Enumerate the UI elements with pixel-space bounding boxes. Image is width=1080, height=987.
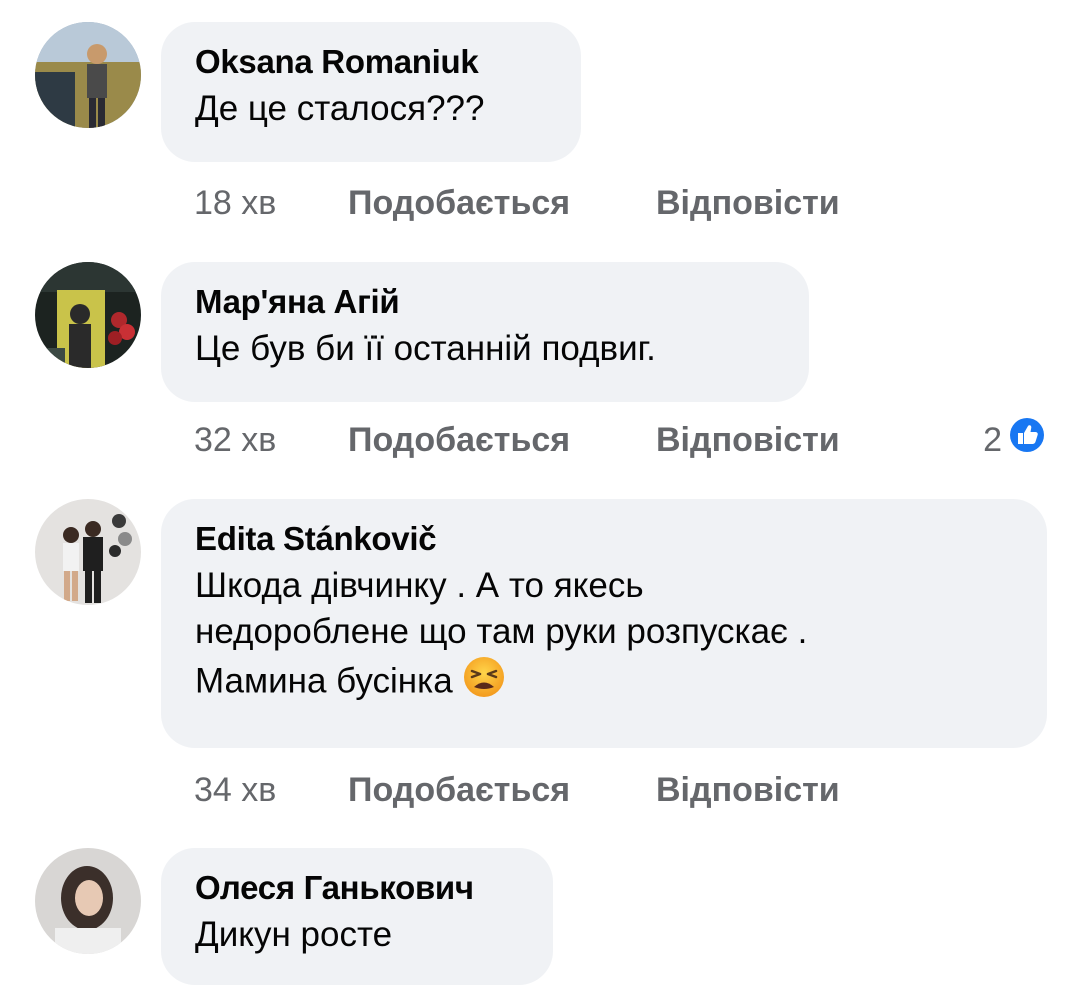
avatar[interactable] — [35, 499, 141, 605]
like-button[interactable]: Подобається — [348, 418, 656, 462]
comment-time[interactable]: 32 хв — [194, 418, 348, 462]
reply-button[interactable]: Відповісти — [656, 768, 840, 812]
comment-bubble: Мар'яна Агій Це був би її останній подви… — [161, 262, 809, 402]
comment-bubble: Олеся Ганькович Дикун росте — [161, 848, 553, 985]
reply-button[interactable]: Відповісти — [656, 181, 840, 225]
comment-text-line: недороблене що там руки розпускає . — [195, 612, 808, 651]
avatar[interactable] — [35, 22, 141, 128]
comment-author[interactable]: Олеся Ганькович — [195, 868, 519, 908]
comment-text: Шкода дівчинку . А то якесь недороблене … — [195, 563, 1013, 711]
comment-author[interactable]: Oksana Romaniuk — [195, 42, 547, 82]
avatar-photo — [35, 22, 141, 128]
like-button[interactable]: Подобається — [348, 768, 656, 812]
like-button[interactable]: Подобається — [348, 181, 656, 225]
comment-author[interactable]: Мар'яна Агій — [195, 282, 775, 322]
reply-button[interactable]: Відповісти — [656, 418, 840, 462]
comment-bubble: Edita Stánkovič Шкода дівчинку . А то як… — [161, 499, 1047, 748]
comment-text-line: Мамина бусінка — [195, 655, 1013, 711]
comment-text: Де це сталося??? — [195, 89, 485, 128]
comment-bubble: Oksana Romaniuk Де це сталося??? — [161, 22, 581, 162]
comment-time[interactable]: 18 хв — [194, 181, 348, 225]
comment-actions: 18 хв Подобається Відповісти — [194, 181, 840, 225]
avatar-photo — [35, 262, 141, 368]
comment-text: Дикун росте — [195, 915, 393, 954]
avatar[interactable] — [35, 262, 141, 368]
avatar[interactable] — [35, 848, 141, 954]
tired-face-emoji — [462, 655, 506, 711]
comment-time[interactable]: 34 хв — [194, 768, 348, 812]
comment-text-line: Шкода дівчинку . А то якесь — [195, 566, 644, 605]
comment-actions: 32 хв Подобається Відповісти — [194, 418, 840, 462]
comment-text-segment: Мамина бусінка — [195, 661, 453, 701]
comment-author[interactable]: Edita Stánkovič — [195, 519, 1013, 559]
comment-text: Це був би її останній подвиг. — [195, 329, 656, 368]
comment-actions: 34 хв Подобається Відповісти — [194, 768, 840, 812]
avatar-photo — [35, 499, 141, 605]
like-icon — [1006, 414, 1048, 467]
avatar-photo — [35, 848, 141, 954]
reaction-count: 2 — [983, 421, 1002, 459]
reaction-summary[interactable]: 2 — [983, 414, 1048, 462]
